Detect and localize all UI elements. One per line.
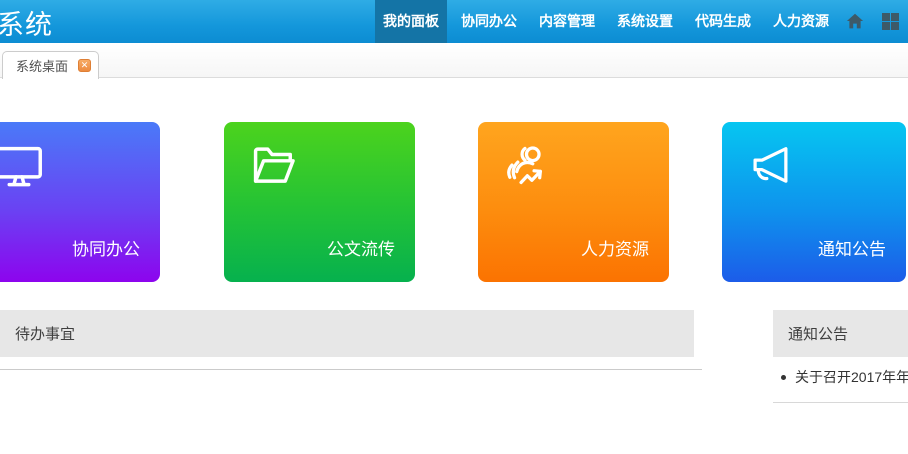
app-header: 系统 我的面板 协同办公 内容管理 系统设置 代码生成 人力资源: [0, 0, 908, 43]
tile-label: 通知公告: [818, 235, 886, 260]
bullet-icon: [781, 375, 786, 380]
notice-panel-title: 通知公告: [788, 323, 848, 344]
tile-collaboration[interactable]: 协同办公: [0, 122, 160, 282]
folder-icon: [248, 140, 300, 192]
todo-panel-header: 待办事宜: [0, 310, 694, 357]
todo-panel-title: 待办事宜: [15, 323, 75, 344]
megaphone-icon: [746, 140, 798, 192]
tile-documents[interactable]: 公文流传: [224, 122, 415, 282]
notice-divider: [773, 402, 908, 403]
tile-label: 协同办公: [72, 235, 140, 260]
tile-notice[interactable]: 通知公告: [722, 122, 906, 282]
nav-item-code-gen[interactable]: 代码生成: [687, 0, 759, 43]
tab-system-desktop[interactable]: 系统桌面 ✕: [2, 51, 99, 79]
tab-label: 系统桌面: [16, 56, 68, 75]
nav-item-content-mgmt[interactable]: 内容管理: [531, 0, 603, 43]
tile-label: 公文流传: [327, 235, 395, 260]
tab-bar: 系统桌面 ✕: [0, 43, 908, 78]
nav-item-system-settings[interactable]: 系统设置: [609, 0, 681, 43]
nav-item-my-dashboard[interactable]: 我的面板: [375, 0, 447, 43]
tile-label: 人力资源: [581, 235, 649, 260]
notice-list-item[interactable]: 关于召开2017年年: [781, 367, 908, 387]
home-icon[interactable]: [846, 12, 864, 30]
grid-icon[interactable]: [882, 13, 899, 30]
notice-panel-header: 通知公告: [773, 310, 908, 357]
todo-divider: [0, 369, 702, 370]
nav-item-collaboration[interactable]: 协同办公: [453, 0, 525, 43]
tab-close-icon[interactable]: ✕: [78, 59, 91, 72]
people-icon: [502, 140, 554, 192]
tile-hr[interactable]: 人力资源: [478, 122, 669, 282]
nav-item-hr[interactable]: 人力资源: [765, 0, 837, 43]
main-nav: 我的面板 协同办公 内容管理 系统设置 代码生成 人力资源: [375, 0, 843, 43]
app-title: 系统: [0, 3, 53, 42]
monitor-icon: [0, 140, 45, 192]
notice-item-text: 关于召开2017年年: [795, 367, 908, 387]
